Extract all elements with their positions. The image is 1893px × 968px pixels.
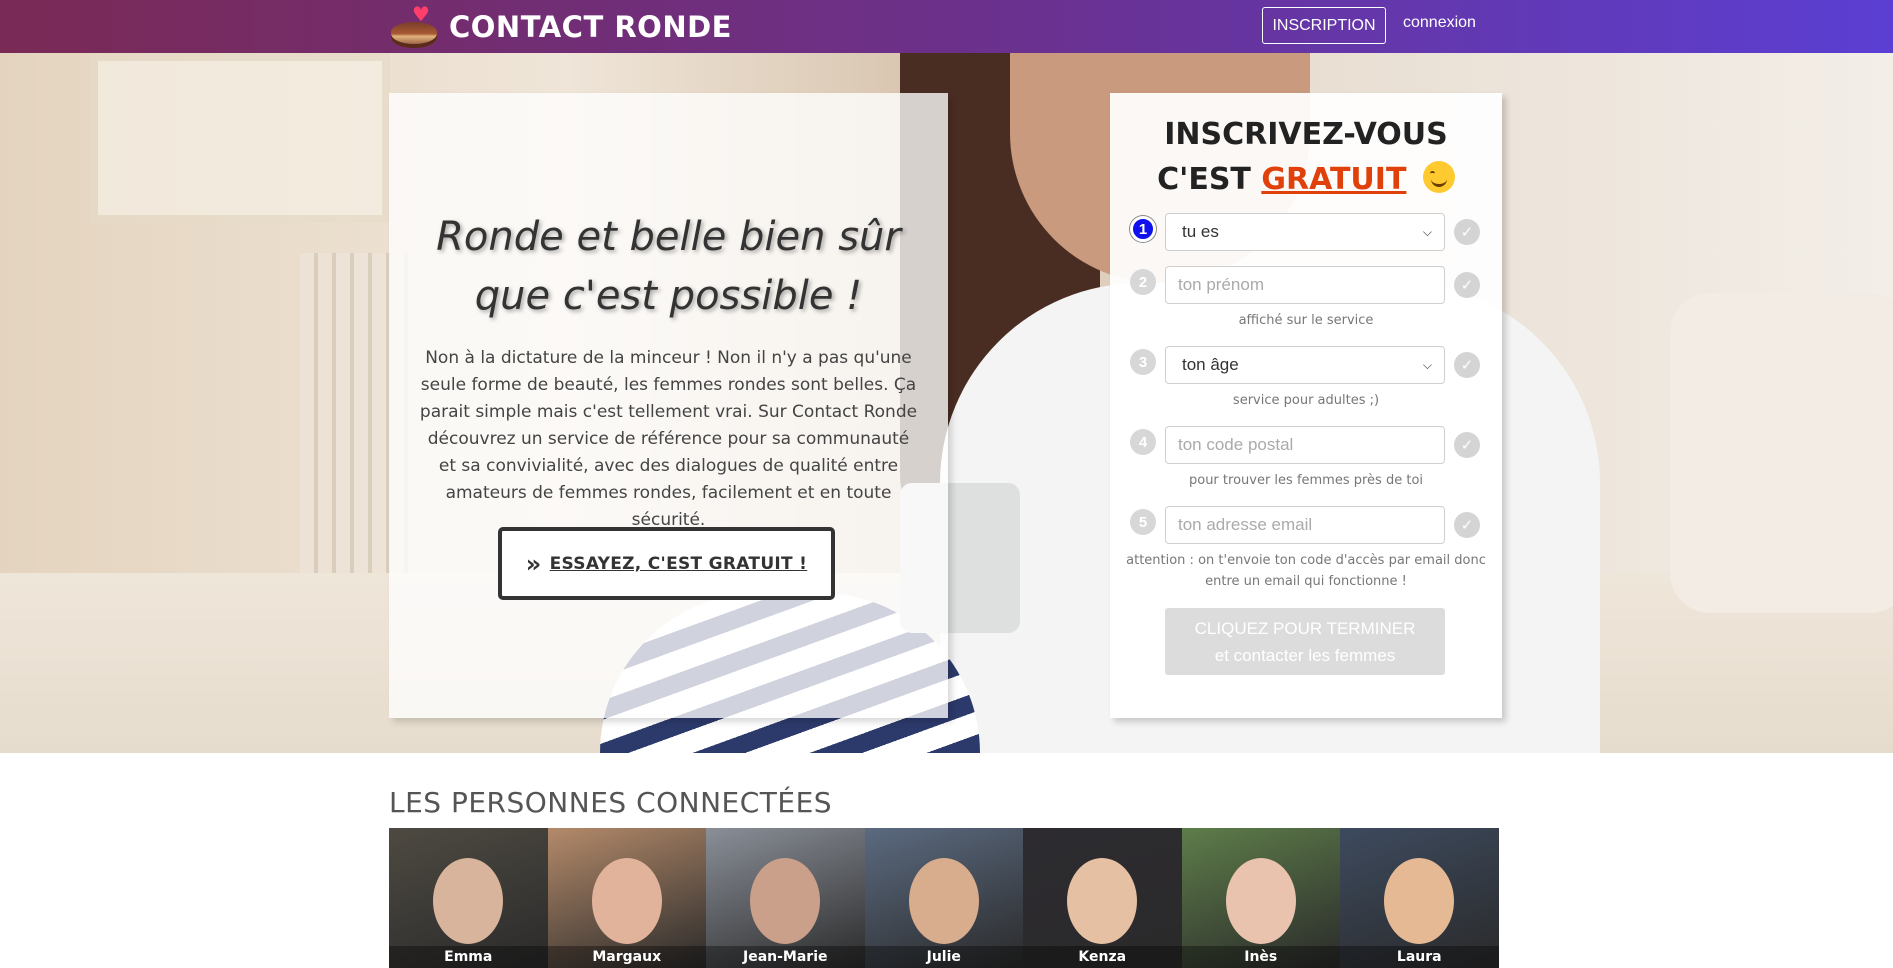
top-bar: ♥ CONTACT RONDE INSCRIPTION connexion (0, 0, 1893, 53)
email-input[interactable]: ton adresse email (1165, 506, 1445, 544)
profile-name: Margaux (547, 946, 706, 968)
connected-people-list: Emma Margaux Jean-Marie Julie Kenza Inès Laura (389, 828, 1499, 968)
login-link[interactable]: connexion (1403, 14, 1476, 32)
finish-signup-button[interactable]: CLIQUEZ POUR TERMINER et contacter les f… (1165, 608, 1445, 675)
check-icon: ✓ (1454, 352, 1480, 378)
check-icon: ✓ (1454, 432, 1480, 458)
brand-name: CONTACT RONDE (449, 9, 732, 44)
profile-name: Laura (1340, 946, 1499, 968)
firstname-input[interactable]: ton prénom (1165, 266, 1445, 304)
connected-section-title: LES PERSONNES CONNECTÉES (389, 786, 833, 819)
step-number-5: 5 (1130, 509, 1156, 535)
step-number-2: 2 (1130, 269, 1156, 295)
cake-heart-icon: ♥ (389, 4, 439, 50)
signup-title: INSCRIVEZ-VOUS C'EST GRATUIT (1110, 112, 1502, 202)
hero-panel: Ronde et belle bien sûr que c'est possib… (389, 93, 948, 718)
hero-title: Ronde et belle bien sûr que c'est possib… (436, 214, 901, 319)
profile-name: Emma (389, 946, 548, 968)
age-hint: service pour adultes ;) (1232, 393, 1380, 408)
profile-face (591, 858, 662, 944)
profile-name: Kenza (1023, 946, 1182, 968)
profile-card[interactable]: Julie (864, 828, 1023, 968)
profile-face (1384, 858, 1455, 944)
firstname-hint: affiché sur le service (1238, 313, 1374, 328)
profile-name: Julie (864, 946, 1023, 968)
gender-select[interactable]: tu es ⌵ (1165, 213, 1445, 251)
profile-card[interactable]: Kenza (1023, 828, 1182, 968)
chevron-down-icon: ⌵ (1422, 224, 1432, 239)
profile-face (908, 858, 979, 944)
free-label: GRATUIT (1261, 162, 1407, 197)
signup-form: INSCRIVEZ-VOUS C'EST GRATUIT 1 tu es ⌵ ✓… (1110, 93, 1502, 718)
double-chevron-right-icon: » (525, 549, 542, 578)
postal-code-hint: pour trouver les femmes près de toi (1188, 473, 1424, 488)
profile-card[interactable]: Laura (1340, 828, 1499, 968)
profile-face (1067, 858, 1138, 944)
profile-name: Jean-Marie (706, 946, 865, 968)
profile-card[interactable]: Jean-Marie (706, 828, 865, 968)
profile-card[interactable]: Emma (389, 828, 548, 968)
age-select[interactable]: ton âge ⌵ (1165, 346, 1445, 384)
profile-face (1225, 858, 1296, 944)
postal-code-input[interactable]: ton code postal (1165, 426, 1445, 464)
check-icon: ✓ (1454, 219, 1480, 245)
profile-name: Inès (1181, 946, 1340, 968)
step-number-3: 3 (1130, 349, 1156, 375)
hero-description: Non à la dictature de la minceur ! Non i… (419, 348, 918, 530)
check-icon: ✓ (1454, 512, 1480, 538)
chevron-down-icon: ⌵ (1422, 357, 1432, 372)
profile-face (750, 858, 821, 944)
profile-card[interactable]: Inès (1181, 828, 1340, 968)
signup-button[interactable]: INSCRIPTION (1262, 7, 1386, 44)
email-hint: attention : on t'envoie ton code d'accès… (1126, 553, 1486, 589)
try-free-button[interactable]: » ESSAYEZ, C'EST GRATUIT ! (498, 527, 835, 600)
step-number-1: 1 (1130, 216, 1156, 242)
check-icon: ✓ (1454, 272, 1480, 298)
profile-face (433, 858, 504, 944)
step-number-4: 4 (1130, 429, 1156, 455)
smiley-icon (1422, 161, 1455, 193)
profile-card[interactable]: Margaux (547, 828, 706, 968)
brand-logo[interactable]: ♥ CONTACT RONDE (389, 0, 732, 53)
